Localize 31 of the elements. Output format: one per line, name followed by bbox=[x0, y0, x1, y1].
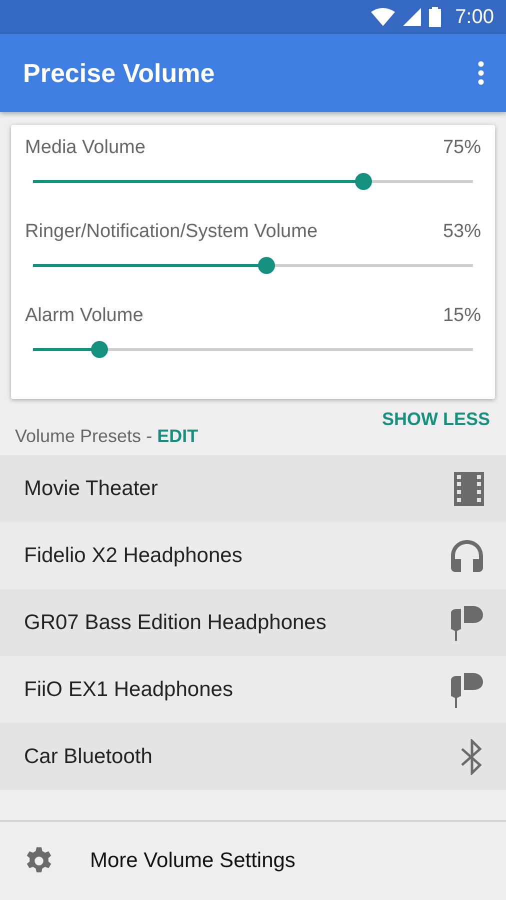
preset-name: Movie Theater bbox=[24, 476, 158, 500]
volume-reading: 53% bbox=[442, 221, 481, 243]
film-icon bbox=[454, 472, 484, 506]
preset-row[interactable]: Car Bluetooth bbox=[0, 723, 506, 790]
app-title: Precise Volume bbox=[23, 58, 215, 88]
volume-reading: 75% bbox=[442, 137, 481, 159]
earbud-icon bbox=[448, 604, 484, 640]
settings-label: More Volume Settings bbox=[90, 849, 296, 873]
signal-icon bbox=[403, 8, 422, 26]
preset-row[interactable]: GR07 Bass Edition Headphones bbox=[0, 589, 506, 656]
presets-label: Volume Presets - bbox=[15, 426, 154, 446]
volume-reading: 15% bbox=[442, 305, 481, 327]
menu-icon[interactable] bbox=[478, 61, 484, 85]
clock-time: 7:00 bbox=[455, 6, 494, 28]
preset-row[interactable]: Movie Theater bbox=[0, 455, 506, 522]
slider-label: Ringer/Notification/System Volume bbox=[25, 221, 318, 243]
battery-icon bbox=[429, 7, 442, 27]
slider-thumb[interactable] bbox=[355, 173, 372, 190]
slider-label: Alarm Volume bbox=[25, 305, 144, 327]
slider-label: Media Volume bbox=[25, 137, 146, 159]
earbud-icon bbox=[448, 672, 484, 708]
headphones-icon bbox=[450, 538, 484, 572]
preset-name: GR07 Bass Edition Headphones bbox=[24, 610, 326, 634]
preset-name: FiiO EX1 Headphones bbox=[24, 678, 233, 702]
bluetooth-icon bbox=[460, 738, 484, 774]
preset-name: Fidelio X2 Headphones bbox=[24, 544, 242, 568]
preset-name: Car Bluetooth bbox=[24, 744, 152, 768]
slider-thumb[interactable] bbox=[258, 257, 276, 274]
settings-row[interactable]: More Volume Settings bbox=[0, 820, 506, 900]
wifi-icon bbox=[371, 8, 396, 26]
slider-thumb[interactable] bbox=[91, 341, 108, 358]
